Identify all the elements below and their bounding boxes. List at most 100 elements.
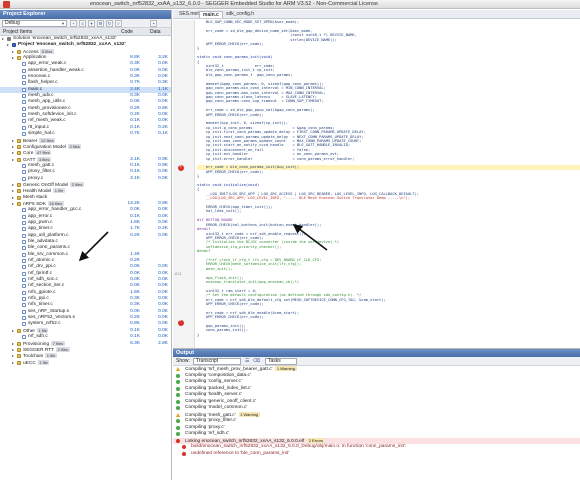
file-icon	[22, 94, 26, 99]
editor-area: SES.met main.c sdk_config.h 612 BLE_GAP_…	[173, 10, 580, 480]
file-icon	[22, 113, 26, 118]
folder-icon	[17, 328, 21, 333]
properties-icon[interactable]: ≡	[79, 20, 86, 27]
tree-item-text: nrf_fprintf.c	[28, 270, 52, 276]
error-marker-icon[interactable]	[178, 164, 184, 172]
folder-icon	[17, 360, 21, 365]
tree-item-text: ble_srv_common.c	[28, 251, 69, 257]
tree-item-text: assertion_handler_weak.c	[28, 67, 84, 73]
output-line[interactable]: undefined reference to 'ble_conn_params_…	[173, 451, 580, 458]
file-count-badge: 2 files	[70, 181, 84, 187]
file-icon	[22, 297, 26, 302]
tree-item-text: Generic OnOff Model	[23, 182, 69, 188]
file-count-badge: 2 files	[56, 346, 70, 352]
tree-item-text: Bearer	[23, 138, 38, 144]
project-icon	[12, 43, 16, 48]
file-count-badge: 12 files	[39, 137, 56, 143]
error-marker-icon[interactable]	[178, 318, 184, 326]
tree-item-text: mesh_provisionee.c	[28, 105, 71, 111]
output-line-text: Compiling 'composition_data.c'	[185, 372, 251, 378]
project-explorer-toolbar: Debug ▼ + ≡ ▾ ⚙ ↻ ⌕ ▪	[0, 19, 171, 28]
show-select[interactable]: Transcript	[193, 358, 241, 365]
output-toolbar: Show: Transcript ☰ ⌫ Tasks	[173, 357, 580, 366]
project-explorer-header: Project Items Code Data	[0, 28, 171, 36]
tree-item-text: simple_hal.c	[28, 131, 55, 137]
tree-item-text: SEGGER RTT	[23, 347, 55, 353]
filter-icon[interactable]: ▾	[88, 20, 95, 27]
tree-item-text: system_nrf52.c	[28, 321, 61, 327]
line-number: 612	[175, 271, 182, 276]
folder-icon	[17, 189, 21, 194]
options-icon[interactable]: ⚙	[97, 20, 104, 27]
clear-icon[interactable]: ⌫	[253, 357, 260, 366]
tree-folder-item[interactable]: ▸ uECC 1 file	[0, 359, 171, 367]
diagnostic-count-badge: 1 Warning	[275, 366, 297, 371]
tab-sdk-config-h[interactable]: sdk_config.h	[223, 11, 257, 18]
tree-item-text: nrf_sdh_soc.c	[28, 277, 58, 283]
new-item-icon[interactable]: +	[70, 20, 77, 27]
tree-item-text: Application	[23, 55, 47, 61]
success-icon	[176, 432, 180, 436]
solution-icon	[7, 37, 11, 41]
editor-tab-bar: SES.met main.c sdk_config.h	[173, 10, 580, 19]
list-icon[interactable]: ☰	[245, 357, 249, 366]
tree-item-text: rtt_input.c	[28, 124, 50, 130]
file-icon	[22, 271, 26, 276]
show-label: Show:	[176, 358, 190, 364]
file-icon	[22, 246, 26, 251]
output-line-text: Compiling 'model_common.c'	[185, 405, 248, 410]
tree-item-text: flash_helper.c	[28, 80, 58, 86]
code-editor[interactable]: 612 BLE_GAP_CONN_SEC_MODE_SET_OPEN(&sec_…	[173, 20, 580, 348]
editor-gutter: 612	[173, 20, 195, 348]
file-count-badge: 3 files	[67, 143, 82, 149]
file-icon	[22, 335, 26, 340]
column-data[interactable]: Data	[150, 28, 161, 36]
file-icon	[22, 106, 26, 111]
tree-item-text: Configuration Model	[23, 144, 66, 150]
folder-icon	[17, 347, 21, 352]
output-line-text: Compiling 'proxy_filter.c'	[185, 418, 237, 423]
sync-icon[interactable]: ↻	[106, 20, 113, 27]
tree-item-text: nrf_drv_ppi.c	[28, 264, 56, 270]
folder-icon	[17, 157, 21, 162]
output-line-text: build/enocean_switch_nrf52832_xxAA_s132_…	[191, 444, 407, 449]
expand-toggle-icon[interactable]: ▸	[12, 360, 14, 366]
tasks-select-value: Tasks	[268, 358, 281, 364]
tab-main-c[interactable]: main.c	[199, 11, 223, 18]
output-panel: Output Show: Transcript ☰ ⌫ Tasks Compil…	[173, 348, 580, 480]
file-icon	[22, 132, 26, 137]
find-icon[interactable]: ⌕	[115, 20, 122, 27]
column-code[interactable]: Code	[121, 28, 133, 36]
tab-ses-met[interactable]: SES.met	[176, 11, 202, 18]
tree-item-text: Mesh stack	[23, 194, 48, 200]
tree-item-text: nrfx_ppi.c	[28, 296, 49, 302]
build-config-value: Debug	[5, 20, 20, 26]
file-icon	[22, 87, 26, 92]
tree-item-text: Project 'enocean_switch_nrf52832_xxAA_s1…	[18, 42, 126, 48]
tree-item-text: mesh_app_utils.c	[28, 99, 66, 105]
folder-icon	[17, 56, 21, 61]
file-count-badge: 3 files	[37, 156, 51, 162]
app-logo-icon	[3, 1, 10, 8]
window-title: enocean_switch_nrf52832_xxAA_s132_6.0.0 …	[90, 1, 378, 7]
tree-item-text: nrf_section_iter.c	[28, 283, 65, 289]
success-icon	[176, 425, 180, 430]
file-count-badge: 1 file	[53, 188, 65, 194]
tree-item-text: Core	[23, 151, 34, 157]
output-title: Output	[173, 349, 580, 357]
folder-icon	[17, 354, 21, 359]
tree-item-text: nrfx_timer.c	[28, 302, 53, 308]
project-explorer-panel: Project Explorer Debug ▼ + ≡ ▾ ⚙ ↻ ⌕ ▪ P…	[0, 10, 172, 480]
tasks-select[interactable]: Tasks	[265, 358, 297, 365]
output-line-text: Compiling 'generic_onoff_client.c'	[185, 398, 257, 404]
column-items[interactable]: Project Items	[3, 28, 32, 36]
output-line-text: Linking enocean_switch_nrf52832_xxAA_s13…	[185, 438, 305, 444]
build-config-select[interactable]: Debug ▼	[2, 20, 67, 27]
file-icon	[22, 303, 26, 308]
output-line-text: Compiling 'nrf_sdh.c'	[185, 431, 230, 436]
tree-item-text: Solution 'enocean_switch_nrf52832_xxAA_s…	[13, 36, 117, 41]
pane-menu-icon[interactable]: ▪	[150, 20, 157, 27]
code-lines: BLE_GAP_CONN_SEC_MODE_SET_OPEN(&sec_mode…	[197, 20, 580, 337]
output-line-text: Compiling 'health_server.c'	[185, 392, 243, 397]
tree-item-label: uECC 1 file	[23, 359, 50, 367]
